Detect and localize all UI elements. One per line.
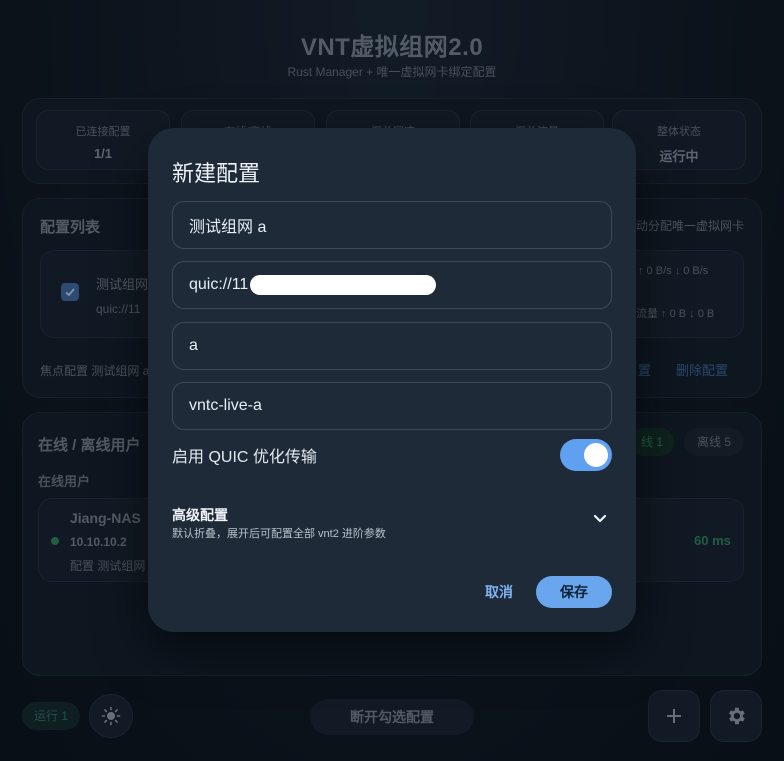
device-name-value: vntc-live-a	[189, 397, 262, 414]
token-value: a	[189, 337, 198, 354]
server-address-field[interactable]: quic://11	[172, 261, 612, 309]
device-name-field[interactable]: vntc-live-a	[172, 382, 612, 430]
toggle-knob	[584, 443, 608, 467]
advanced-config-title[interactable]: 高级配置	[172, 505, 228, 525]
advanced-config-desc: 默认折叠，展开后可配置全部 vnt2 进阶参数	[172, 528, 386, 540]
dialog-title: 新建配置	[172, 161, 261, 186]
new-config-dialog: 新建配置 测试组网 a quic://11 a vntc-live-a 启用 Q…	[148, 128, 636, 632]
save-button[interactable]: 保存	[536, 576, 612, 608]
chevron-down-icon[interactable]	[590, 508, 610, 528]
config-name-field[interactable]: 测试组网 a	[172, 201, 612, 249]
server-address-value: quic://11	[189, 276, 249, 293]
quic-toggle-row: 启用 QUIC 优化传输	[172, 438, 612, 472]
cancel-button[interactable]: 取消	[476, 576, 522, 608]
config-name-value: 测试组网 a	[189, 219, 267, 236]
redacted-block	[250, 275, 437, 295]
quic-toggle-switch[interactable]	[560, 439, 612, 471]
token-field[interactable]: a	[172, 322, 612, 370]
quic-toggle-label: 启用 QUIC 优化传输	[172, 449, 317, 466]
